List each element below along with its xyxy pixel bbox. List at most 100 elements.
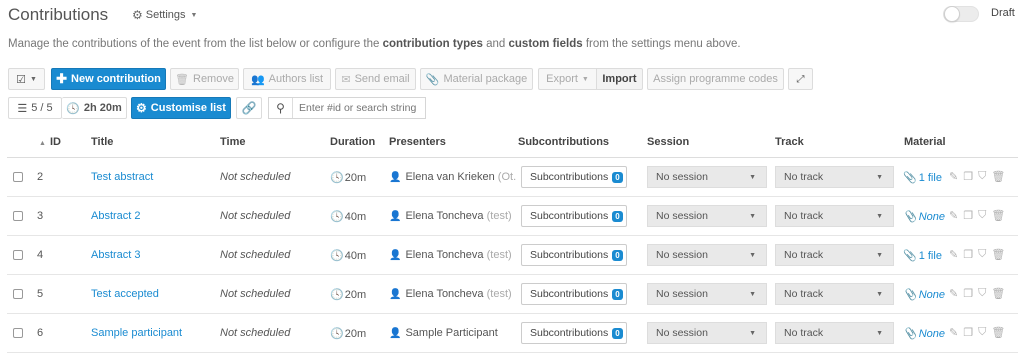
shield-icon[interactable]: ⛉: [978, 287, 986, 300]
contribution-duration[interactable]: 🕓40m: [330, 210, 366, 223]
contribution-title-link[interactable]: Abstract 3: [91, 249, 141, 261]
trash-icon[interactable]: 🗑: [991, 326, 1005, 339]
contribution-duration[interactable]: 🕓20m: [330, 288, 366, 301]
column-header-track[interactable]: Track: [775, 136, 804, 148]
customise-list-button[interactable]: ⚙ Customise list: [131, 97, 231, 119]
edit-icon[interactable]: ✎: [949, 287, 958, 300]
column-header-id[interactable]: ▲ ID: [39, 136, 61, 148]
subcontributions-button[interactable]: Subcontributions 0: [521, 166, 627, 188]
clone-icon[interactable]: ❐: [963, 209, 973, 222]
row-checkbox[interactable]: [13, 289, 23, 299]
material-link[interactable]: 📎 None: [903, 210, 945, 223]
select-dropdown-button[interactable]: ☑ ▼: [8, 68, 45, 90]
trash-icon[interactable]: 🗑: [991, 170, 1005, 183]
export-button[interactable]: Export ▼: [538, 68, 596, 90]
presenter-name: Elena Toncheva: [405, 249, 484, 261]
clone-icon[interactable]: ❐: [963, 170, 973, 183]
contribution-time[interactable]: Not scheduled: [220, 327, 290, 339]
contribution-time[interactable]: Not scheduled: [220, 210, 290, 222]
contribution-title-link[interactable]: Test abstract: [91, 171, 153, 183]
settings-dropdown[interactable]: ⚙ Settings ▼: [132, 8, 197, 22]
import-button[interactable]: Import: [596, 68, 643, 90]
track-value: No track: [784, 210, 824, 222]
trash-icon[interactable]: 🗑: [991, 248, 1005, 261]
column-header-presenters[interactable]: Presenters: [389, 136, 446, 148]
session-value: No session: [656, 249, 708, 261]
fullscreen-button[interactable]: ⤢: [788, 68, 813, 90]
session-select[interactable]: No session ▼: [647, 166, 767, 188]
contribution-title-link[interactable]: Test accepted: [91, 288, 159, 300]
clone-icon[interactable]: ❐: [963, 248, 973, 261]
material-package-button[interactable]: 📎 Material package: [420, 68, 533, 90]
edit-icon[interactable]: ✎: [949, 170, 958, 183]
material-link[interactable]: 📎 1 file: [903, 171, 942, 184]
authors-list-button[interactable]: 👥 Authors list: [243, 68, 331, 90]
subcontributions-button[interactable]: Subcontributions 0: [521, 283, 627, 305]
draft-toggle[interactable]: [943, 6, 979, 22]
edit-icon[interactable]: ✎: [949, 248, 958, 261]
contribution-types-link[interactable]: contribution types: [383, 38, 483, 50]
contribution-time[interactable]: Not scheduled: [220, 171, 290, 183]
material-link[interactable]: 📎 None: [903, 288, 945, 301]
edit-icon[interactable]: ✎: [949, 326, 958, 339]
search-box: ⚲: [268, 97, 426, 119]
contribution-duration[interactable]: 🕓20m: [330, 171, 366, 184]
clone-icon[interactable]: ❐: [963, 287, 973, 300]
row-checkbox[interactable]: [13, 211, 23, 221]
subcontributions-button[interactable]: Subcontributions 0: [521, 322, 627, 344]
column-header-subcontributions[interactable]: Subcontributions: [518, 136, 609, 148]
contribution-time[interactable]: Not scheduled: [220, 288, 290, 300]
contribution-title-link[interactable]: Abstract 2: [91, 210, 141, 222]
track-value: No track: [784, 171, 824, 183]
paperclip-icon: 📎: [903, 211, 917, 223]
search-input[interactable]: [293, 102, 421, 114]
column-header-time[interactable]: Time: [220, 136, 245, 148]
material-link[interactable]: 📎 1 file: [903, 249, 942, 262]
assign-programme-codes-button[interactable]: Assign programme codes: [647, 68, 784, 90]
row-checkbox[interactable]: [13, 250, 23, 260]
track-select[interactable]: No track ▼: [775, 322, 894, 344]
column-header-title[interactable]: Title: [91, 136, 113, 148]
edit-icon[interactable]: ✎: [949, 209, 958, 222]
trash-icon[interactable]: 🗑: [991, 209, 1005, 222]
row-checkbox[interactable]: [13, 328, 23, 338]
track-select[interactable]: No track ▼: [775, 283, 894, 305]
track-select[interactable]: No track ▼: [775, 205, 894, 227]
customise-list-label: Customise list: [150, 102, 226, 114]
send-email-label: Send email: [354, 73, 410, 85]
clone-icon[interactable]: ❐: [963, 326, 973, 339]
session-select[interactable]: No session ▼: [647, 283, 767, 305]
material-value: None: [918, 211, 945, 223]
column-header-session[interactable]: Session: [647, 136, 689, 148]
column-header-duration[interactable]: Duration: [330, 136, 375, 148]
session-select[interactable]: No session ▼: [647, 205, 767, 227]
clock-icon: 🕓: [330, 289, 344, 301]
subcontributions-button[interactable]: Subcontributions 0: [521, 205, 627, 227]
subcontributions-button[interactable]: Subcontributions 0: [521, 244, 627, 266]
caret-down-icon: ▼: [749, 252, 756, 259]
shield-icon[interactable]: ⛉: [978, 209, 986, 222]
session-select[interactable]: No session ▼: [647, 322, 767, 344]
trash-icon[interactable]: 🗑: [991, 287, 1005, 300]
custom-fields-link[interactable]: custom fields: [509, 38, 583, 50]
send-email-button[interactable]: ✉ Send email: [335, 68, 416, 90]
link-button[interactable]: 🔗: [236, 97, 262, 119]
contribution-time[interactable]: Not scheduled: [220, 249, 290, 261]
shield-icon[interactable]: ⛉: [978, 170, 986, 183]
session-select[interactable]: No session ▼: [647, 244, 767, 266]
contribution-duration[interactable]: 🕓20m: [330, 327, 366, 340]
track-select[interactable]: No track ▼: [775, 244, 894, 266]
row-checkbox[interactable]: [13, 172, 23, 182]
column-header-material[interactable]: Material: [904, 136, 946, 148]
shield-icon[interactable]: ⛉: [978, 248, 986, 261]
subcontributions-count-badge: 0: [612, 327, 623, 339]
material-link[interactable]: 📎 None: [903, 327, 945, 340]
remove-button[interactable]: 🗑 Remove: [170, 68, 239, 90]
contribution-title-link[interactable]: Sample participant: [91, 327, 182, 339]
material-value: None: [918, 328, 945, 340]
track-select[interactable]: No track ▼: [775, 166, 894, 188]
new-contribution-button[interactable]: ✚ New contribution: [51, 68, 166, 90]
contribution-duration[interactable]: 🕓40m: [330, 249, 366, 262]
shield-icon[interactable]: ⛉: [978, 326, 986, 339]
presenter-name: Elena Toncheva: [405, 288, 484, 300]
